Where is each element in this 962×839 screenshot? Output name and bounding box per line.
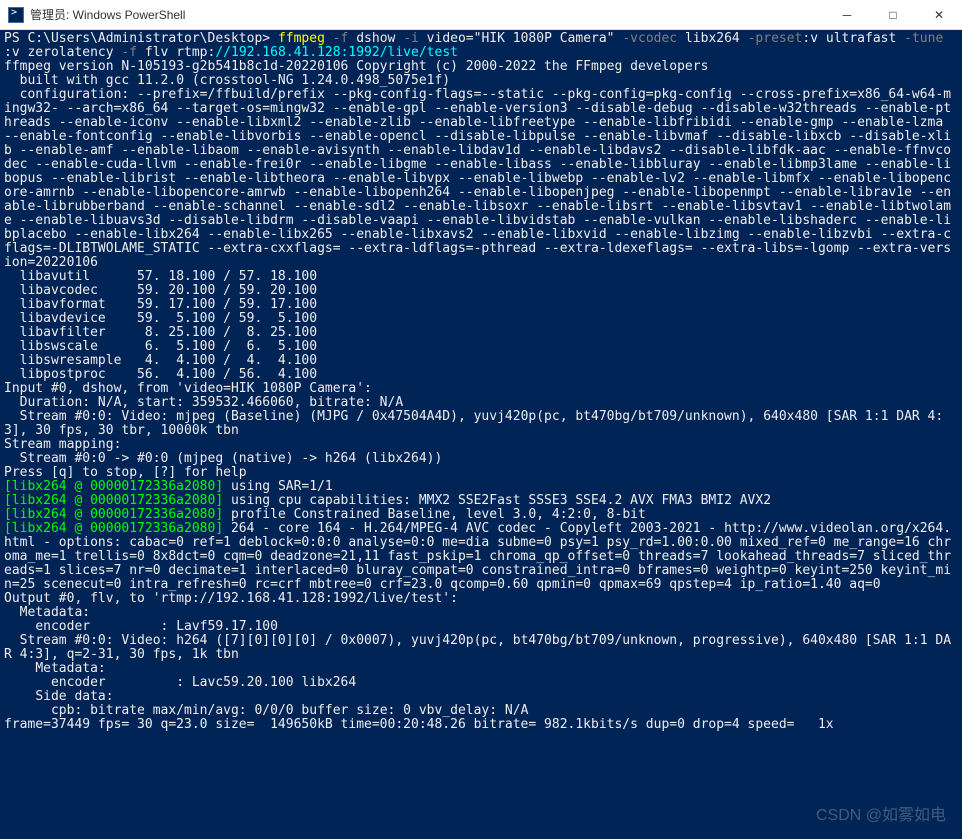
line-version: ffmpeg version N-105193-g2b541b8c1d-2022… [4,59,708,74]
line-side: Side data: [4,689,114,704]
line-smap0: Stream #0:0 -> #0:0 (mjpeg (native) -> h… [4,451,442,466]
line-enc: encoder : Lavf59.17.100 [4,619,278,634]
line-smap: Stream mapping: [4,437,121,452]
x264-tag-4: [libx264 @ 00000172336a2080] [4,521,223,536]
lib-1: libavcodec 59. 20.100 / 59. 20.100 [4,283,317,298]
window-title: 管理员: Windows PowerShell [30,6,824,23]
flag-vcodec: -vcodec [622,31,677,46]
cmd: ffmpeg [278,31,325,46]
line-meta: Metadata: [4,605,90,620]
flag-f2: -f [121,45,137,60]
close-button[interactable]: ✕ [916,0,962,30]
x264-tag-2: [libx264 @ 00000172336a2080] [4,493,223,508]
lib-4: libavfilter 8. 25.100 / 8. 25.100 [4,325,317,340]
x264-tag-3: [libx264 @ 00000172336a2080] [4,507,223,522]
lib-0: libavutil 57. 18.100 / 57. 18.100 [4,269,317,284]
line-cfg: configuration: --prefix=/ffbuild/prefix … [4,87,951,270]
line-stream1: Stream #0:0: Video: h264 ([7][0][0][0] /… [4,633,951,662]
titlebar: 管理员: Windows PowerShell ─ □ ✕ [0,0,962,30]
line-cpb: cpb: bitrate max/min/avg: 0/0/0 buffer s… [4,703,528,718]
line-stream0: Stream #0:0: Video: mjpeg (Baseline) (MJ… [4,409,943,438]
flag-tune: -tune [904,31,943,46]
lib-2: libavformat 59. 17.100 / 59. 17.100 [4,297,317,312]
flag-preset: -preset [748,31,803,46]
terminal-output[interactable]: PS C:\Users\Administrator\Desktop> ffmpe… [0,30,962,734]
watermark: CSDN @如雾如电 [816,801,946,825]
line-meta2: Metadata: [4,661,106,676]
line-enc2: encoder : Lavc59.20.100 libx264 [4,675,356,690]
powershell-icon [8,7,24,23]
line-frame: frame=37449 fps= 30 q=23.0 size= 149650k… [4,717,834,732]
line-dur: Duration: N/A, start: 359532.466060, bit… [4,395,403,410]
lib-7: libpostproc 56. 4.100 / 56. 4.100 [4,367,317,382]
line-input: Input #0, dshow, from 'video=HIK 1080P C… [4,381,372,396]
lib-5: libswscale 6. 5.100 / 6. 5.100 [4,339,317,354]
line-press: Press [q] to stop, [?] for help [4,465,247,480]
x264-tag-1: [libx264 @ 00000172336a2080] [4,479,223,494]
line-gcc: built with gcc 11.2.0 (crosstool-NG 1.24… [4,73,450,88]
prompt-path: PS C:\Users\Administrator\Desktop> [4,31,278,46]
line-output: Output #0, flv, to 'rtmp://192.168.41.12… [4,591,458,606]
lib-6: libswresample 4. 4.100 / 4. 4.100 [4,353,317,368]
minimize-button[interactable]: ─ [824,0,870,30]
flag-i: -i [403,31,419,46]
maximize-button[interactable]: □ [870,0,916,30]
lib-3: libavdevice 59. 5.100 / 59. 5.100 [4,311,317,326]
flag-f: -f [333,31,349,46]
